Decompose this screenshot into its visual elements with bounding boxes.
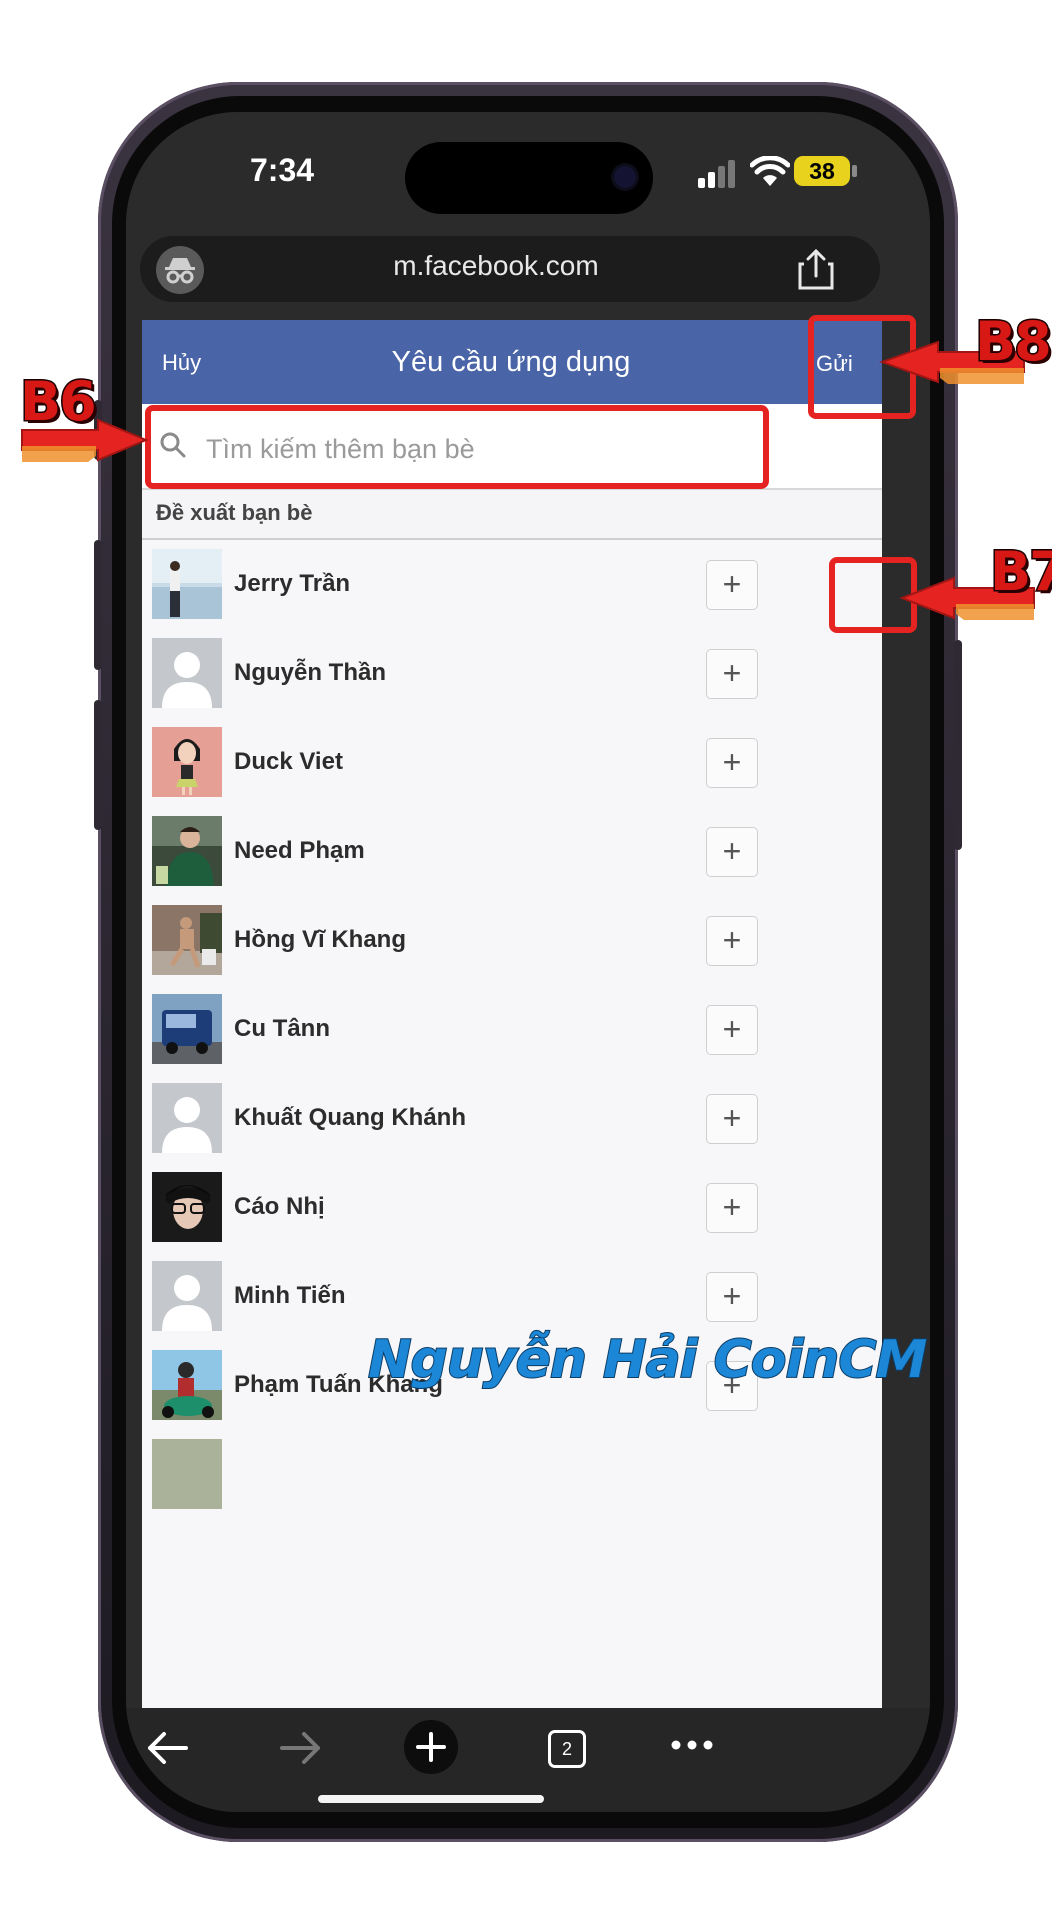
- avatar: [152, 994, 222, 1064]
- share-icon[interactable]: [796, 248, 836, 292]
- incognito-icon[interactable]: [156, 246, 204, 294]
- friend-name: Nguyễn Thần: [234, 659, 387, 686]
- url-text[interactable]: m.facebook.com: [246, 250, 746, 282]
- add-friend-button[interactable]: +: [706, 1005, 758, 1055]
- friend-name: Jerry Trần: [234, 570, 351, 597]
- avatar: [152, 1083, 222, 1153]
- status-time: 7:34: [250, 152, 315, 188]
- friend-name: Duck Viet: [234, 748, 343, 775]
- add-friend-button[interactable]: +: [706, 738, 758, 788]
- list-item: Need Phạm +: [142, 807, 882, 898]
- friend-name: Cáo Nhị: [234, 1193, 325, 1220]
- phone-volume-down-button: [94, 700, 102, 830]
- step-label-b8: B8: [974, 309, 1052, 375]
- page-title: Yêu cầu ứng dụng: [391, 346, 631, 378]
- avatar: [152, 816, 222, 886]
- back-arrow-icon[interactable]: [144, 1728, 190, 1768]
- battery-icon: [852, 165, 857, 177]
- avatar: [152, 727, 222, 797]
- phone-power-button: [954, 640, 962, 850]
- avatar: [152, 549, 222, 619]
- list-item: Cu Tânn +: [142, 985, 882, 1076]
- list-item: Hồng Vĩ Khang +: [142, 896, 882, 987]
- add-friend-button[interactable]: +: [706, 560, 758, 610]
- add-friend-button[interactable]: +: [706, 1183, 758, 1233]
- friend-list: Jerry Trần + Nguyễn Thần + Duck Viet + N…: [142, 540, 882, 1708]
- add-friend-button[interactable]: +: [706, 1272, 758, 1322]
- cellular-signal-icon: [698, 160, 735, 188]
- add-friend-button[interactable]: +: [706, 1094, 758, 1144]
- avatar: [152, 1350, 222, 1420]
- wifi-icon: [750, 156, 790, 186]
- plus-icon: [416, 1732, 446, 1762]
- add-friend-button[interactable]: +: [706, 916, 758, 966]
- avatar: [152, 1172, 222, 1242]
- friend-name: Khuất Quang Khánh: [234, 1104, 466, 1131]
- battery-level: 38: [794, 156, 850, 186]
- list-item: [142, 1430, 882, 1519]
- step-label-b7: B7: [989, 539, 1052, 605]
- tab-switcher-button[interactable]: 2: [548, 1730, 586, 1768]
- avatar: [152, 1439, 222, 1509]
- list-item: Khuất Quang Khánh +: [142, 1074, 882, 1165]
- home-indicator: [318, 1795, 544, 1803]
- friend-name: Need Phạm: [234, 837, 365, 864]
- new-tab-button[interactable]: [404, 1720, 458, 1774]
- avatar: [152, 1261, 222, 1331]
- more-options-icon[interactable]: [670, 1738, 714, 1752]
- friend-name: Cu Tânn: [234, 1015, 330, 1042]
- avatar: [152, 905, 222, 975]
- friend-name: Minh Tiến: [234, 1282, 346, 1309]
- add-friend-button[interactable]: +: [706, 827, 758, 877]
- friend-name: Hồng Vĩ Khang: [234, 926, 406, 953]
- list-item: Jerry Trần +: [142, 540, 882, 631]
- search-highlight-box: [145, 405, 769, 489]
- list-item: Cáo Nhị +: [142, 1163, 882, 1254]
- avatar: [152, 638, 222, 708]
- add-friend-button[interactable]: +: [706, 649, 758, 699]
- section-label: Đề xuất bạn bè: [156, 500, 313, 525]
- forward-arrow-icon[interactable]: [278, 1728, 324, 1768]
- watermark: Nguyễn Hải CoinCM: [367, 1329, 928, 1391]
- phone-volume-up-button: [94, 540, 102, 670]
- step-label-b6: B6: [19, 369, 99, 435]
- list-item: Nguyễn Thần +: [142, 629, 882, 720]
- cancel-button[interactable]: Hủy: [162, 350, 201, 376]
- list-item: Duck Viet +: [142, 718, 882, 809]
- front-camera: [614, 166, 636, 188]
